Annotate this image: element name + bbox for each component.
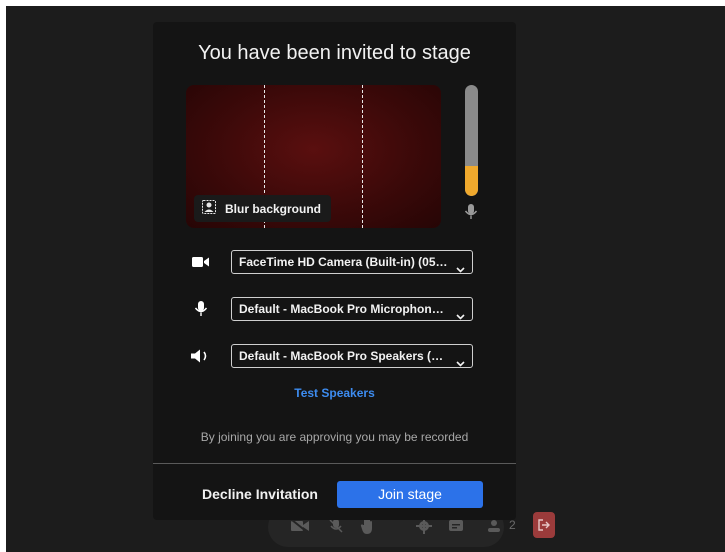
chevron-down-icon bbox=[456, 352, 465, 367]
video-camera-icon bbox=[191, 252, 211, 272]
audio-level-fill bbox=[465, 166, 478, 196]
microphone-select-value: Default - MacBook Pro Microphone (B... bbox=[239, 302, 465, 316]
preview-guide-line bbox=[362, 85, 363, 228]
participant-count: 2 bbox=[509, 518, 516, 532]
test-speakers-link[interactable]: Test Speakers bbox=[153, 386, 516, 400]
speaker-select[interactable]: Default - MacBook Pro Speakers (Buil... bbox=[231, 344, 473, 368]
speaker-icon bbox=[191, 346, 211, 366]
camera-select-value: FaceTime HD Camera (Built-in) (05ac:... bbox=[239, 255, 463, 269]
modal-title: You have been invited to stage bbox=[198, 42, 471, 64]
camera-preview: Blur background bbox=[186, 85, 441, 228]
chevron-down-icon bbox=[456, 258, 465, 273]
join-stage-button[interactable]: Join stage bbox=[337, 481, 483, 508]
modal-divider bbox=[153, 463, 516, 464]
speaker-select-value: Default - MacBook Pro Speakers (Buil... bbox=[239, 349, 464, 363]
audio-level-meter bbox=[465, 85, 478, 196]
microphone-icon bbox=[191, 299, 211, 319]
chevron-down-icon bbox=[456, 305, 465, 320]
blur-background-button[interactable]: Blur background bbox=[194, 195, 332, 222]
microphone-row: Default - MacBook Pro Microphone (B... bbox=[191, 297, 476, 321]
leave-button[interactable] bbox=[533, 512, 555, 538]
blur-person-icon bbox=[202, 200, 216, 217]
microphone-icon bbox=[464, 204, 478, 225]
camera-row: FaceTime HD Camera (Built-in) (05ac:... bbox=[191, 250, 476, 274]
stage-invitation-modal: You have been invited to stage Blur back… bbox=[153, 22, 516, 520]
recording-notice: By joining you are approving you may be … bbox=[200, 430, 469, 444]
speaker-row: Default - MacBook Pro Speakers (Buil... bbox=[191, 344, 476, 368]
decline-invitation-button[interactable]: Decline Invitation bbox=[195, 480, 325, 508]
camera-select[interactable]: FaceTime HD Camera (Built-in) (05ac:... bbox=[231, 250, 473, 274]
blur-background-label: Blur background bbox=[225, 201, 322, 216]
microphone-select[interactable]: Default - MacBook Pro Microphone (B... bbox=[231, 297, 473, 321]
